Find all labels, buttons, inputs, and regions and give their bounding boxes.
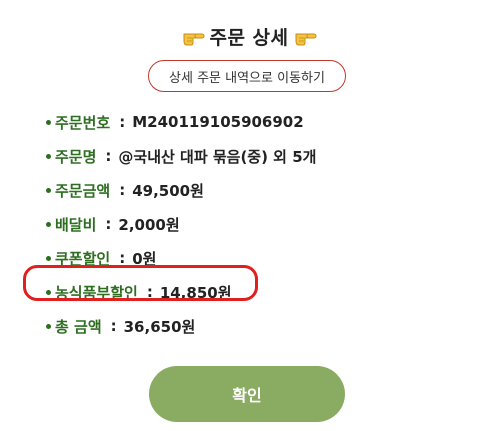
- detail-label: 주문명: [55, 147, 97, 166]
- detail-row-order-name: 주문명 : @국내산 대파 묶음(중) 외 5개: [46, 139, 466, 173]
- order-history-button[interactable]: 상세 주문 내역으로 이동하기: [148, 60, 346, 92]
- colon: :: [105, 147, 112, 165]
- colon: :: [105, 215, 112, 233]
- colon: :: [110, 317, 117, 335]
- detail-row-order-number: 주문번호 : M240119105906902: [46, 105, 466, 139]
- detail-label: 총 금액: [55, 317, 102, 336]
- confirm-button[interactable]: 확인: [149, 366, 345, 422]
- pointing-hand-icon: [293, 23, 319, 49]
- page-header: 주문 상세: [0, 18, 500, 54]
- order-history-button-label: 상세 주문 내역으로 이동하기: [169, 70, 325, 86]
- order-details-list: 주문번호 : M240119105906902 주문명 : @국내산 대파 묶음…: [46, 105, 466, 343]
- pointing-hand-icon: [181, 23, 207, 49]
- bullet-icon: [46, 289, 51, 295]
- detail-value: M240119105906902: [132, 113, 304, 131]
- detail-value: 2,000원: [118, 215, 180, 234]
- bullet-icon: [46, 187, 51, 193]
- detail-label: 주문번호: [55, 113, 111, 132]
- colon: :: [119, 181, 126, 199]
- detail-label: 농식품부할인: [55, 283, 138, 302]
- bullet-icon: [46, 119, 51, 125]
- detail-value: 36,650원: [123, 317, 196, 336]
- detail-row-order-amount: 주문금액 : 49,500원: [46, 173, 466, 207]
- page-title: 주문 상세: [209, 26, 289, 49]
- bullet-icon: [46, 153, 51, 159]
- detail-value: 14,850원: [159, 283, 232, 302]
- detail-value: 0원: [132, 249, 157, 268]
- detail-row-total-amount: 총 금액 : 36,650원: [46, 309, 466, 343]
- colon: :: [119, 249, 126, 267]
- bullet-icon: [46, 255, 51, 261]
- colon: :: [119, 113, 126, 131]
- bullet-icon: [46, 221, 51, 227]
- colon: :: [146, 283, 153, 301]
- detail-value: @국내산 대파 묶음(중) 외 5개: [118, 147, 317, 166]
- bullet-icon: [46, 323, 51, 329]
- detail-label: 배달비: [55, 215, 97, 234]
- confirm-button-label: 확인: [232, 386, 262, 405]
- detail-value: 49,500원: [132, 181, 204, 200]
- detail-label: 주문금액: [55, 181, 111, 200]
- detail-row-ministry-discount: 농식품부할인 : 14,850원: [46, 275, 466, 309]
- detail-row-delivery-fee: 배달비 : 2,000원: [46, 207, 466, 241]
- detail-label: 쿠폰할인: [55, 249, 111, 268]
- detail-row-coupon-discount: 쿠폰할인 : 0원: [46, 241, 466, 275]
